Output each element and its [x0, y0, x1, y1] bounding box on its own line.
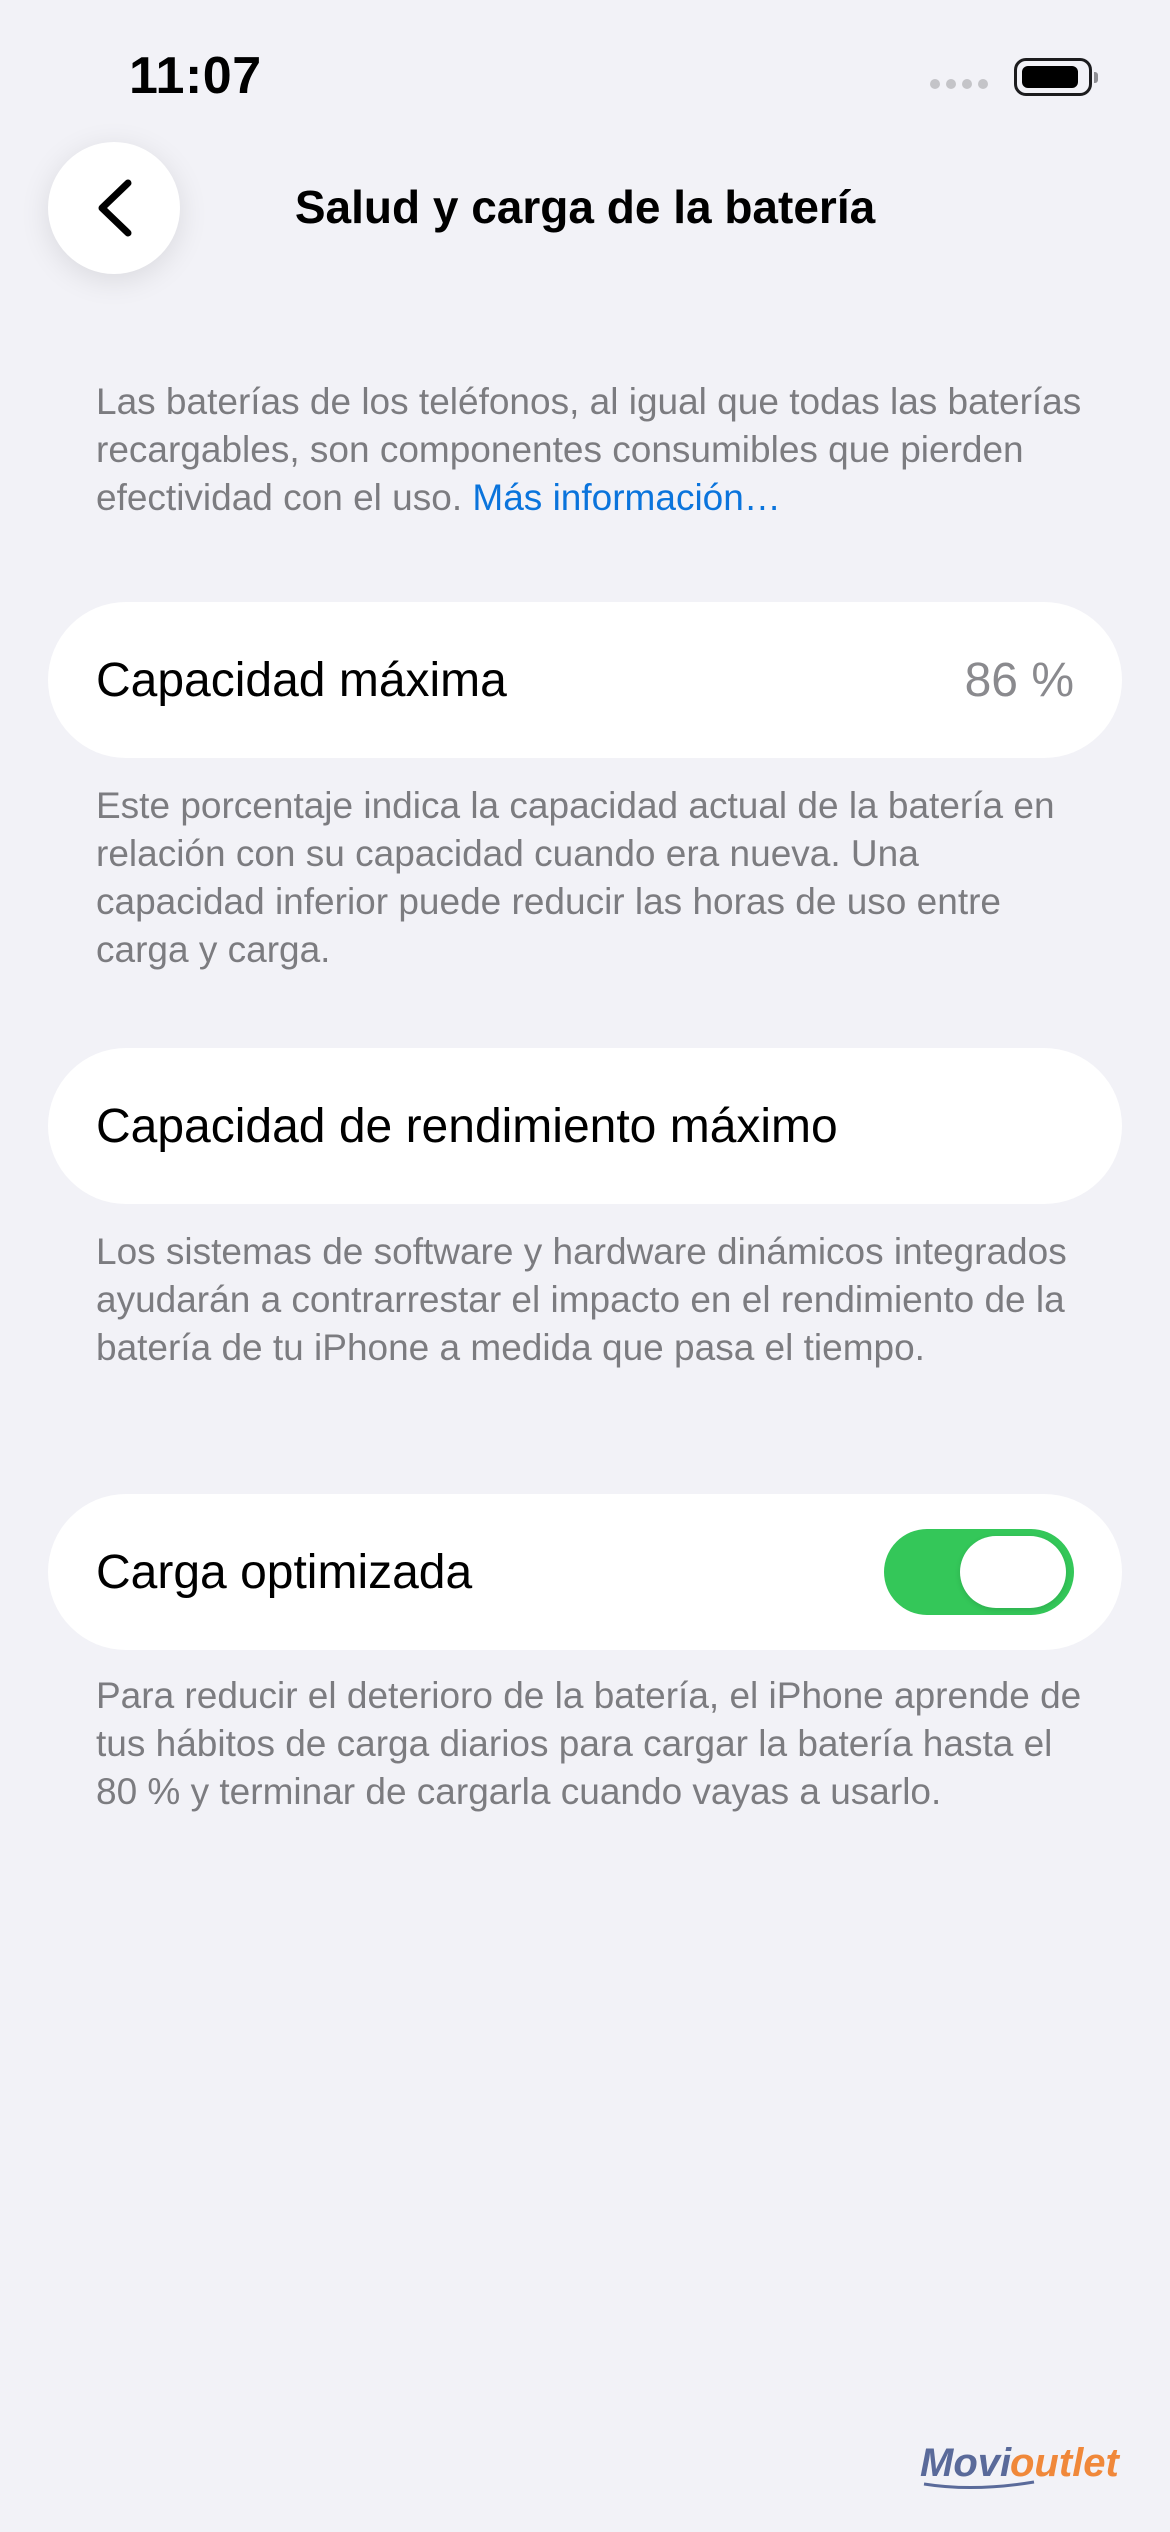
- optimized-charging-row: Carga optimizada: [48, 1494, 1122, 1650]
- signal-icon: [930, 79, 988, 89]
- toggle-knob: [960, 1536, 1066, 1608]
- back-button[interactable]: [48, 142, 180, 274]
- max-capacity-value: 86 %: [964, 653, 1074, 707]
- intro-description: Las baterías de los teléfonos, al igual …: [96, 378, 1096, 522]
- max-capacity-footnote: Este porcentaje indica la capacidad actu…: [96, 785, 1055, 970]
- optimized-charging-toggle[interactable]: [884, 1529, 1074, 1615]
- svg-text:Movi: Movi: [920, 2441, 1012, 2485]
- peak-performance-label: Capacidad de rendimiento máximo: [96, 1099, 838, 1153]
- peak-performance-footnote: Los sistemas de software y hardware diná…: [96, 1231, 1067, 1368]
- max-capacity-label: Capacidad máxima: [96, 653, 507, 707]
- status-indicators: [930, 58, 1098, 96]
- optimized-charging-footnote: Para reducir el deterioro de la batería,…: [96, 1675, 1082, 1812]
- chevron-left-icon: [98, 179, 132, 237]
- optimized-charging-label: Carga optimizada: [96, 1545, 473, 1599]
- max-capacity-row: Capacidad máxima 86 %: [48, 602, 1122, 758]
- svg-text:outlet: outlet: [1010, 2441, 1121, 2485]
- battery-icon: [1014, 58, 1098, 96]
- peak-performance-row: Capacidad de rendimiento máximo: [48, 1048, 1122, 1204]
- page-title: Salud y carga de la batería: [294, 181, 876, 233]
- battery-level-fill: [1022, 66, 1078, 88]
- movioutlet-logo: Movi outlet: [920, 2441, 1121, 2490]
- status-time: 11:07: [129, 47, 262, 105]
- more-info-link[interactable]: Más información…: [472, 477, 780, 518]
